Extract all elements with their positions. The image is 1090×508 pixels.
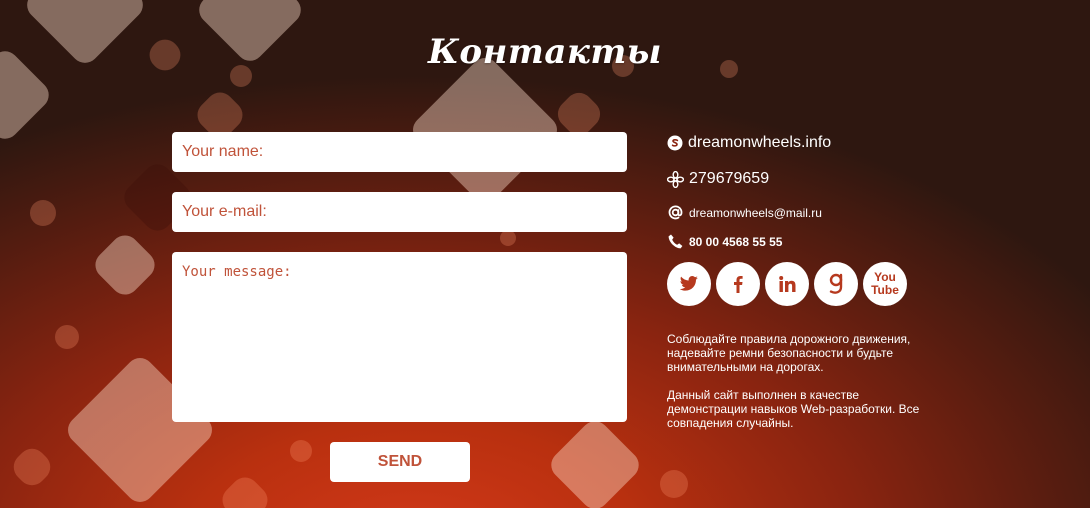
facebook-icon	[734, 276, 743, 293]
twitter-icon	[679, 276, 698, 291]
youtube-label-top: You	[874, 270, 896, 284]
icq-flower-icon	[667, 170, 684, 188]
twitter-link[interactable]	[667, 262, 711, 306]
social-links: You Tube	[667, 262, 912, 306]
page-title: Контакты	[428, 32, 662, 72]
linkedin-link[interactable]	[765, 262, 809, 306]
email-input[interactable]	[172, 192, 627, 232]
contact-icq: 279679659	[667, 170, 769, 188]
linkedin-icon	[778, 276, 795, 292]
name-input[interactable]	[172, 132, 627, 172]
youtube-link[interactable]: You Tube	[863, 262, 907, 306]
phone-text: 80 00 4568 55 55	[689, 234, 783, 249]
youtube-icon: You Tube	[871, 271, 899, 297]
message-textarea[interactable]	[172, 252, 627, 422]
google-link[interactable]	[814, 262, 858, 306]
email-text: dreamonwheels@mail.ru	[689, 205, 822, 220]
safety-note: Соблюдайте правила дорожного движения, н…	[667, 332, 911, 374]
skype-icon	[667, 135, 683, 151]
skype-text: dreamonwheels.info	[688, 134, 832, 151]
contact-skype: dreamonwheels.info	[667, 134, 831, 152]
at-sign-icon	[668, 205, 683, 220]
disclaimer-note: Данный сайт выполнен в качестве демонстр…	[667, 388, 920, 430]
facebook-link[interactable]	[716, 262, 760, 306]
contact-email: dreamonwheels@mail.ru	[667, 204, 822, 221]
contact-phone: 80 00 4568 55 55	[667, 233, 782, 250]
send-button[interactable]: SEND	[330, 442, 470, 482]
youtube-label-bottom: Tube	[871, 283, 899, 297]
google-g-icon	[829, 273, 843, 294]
phone-icon	[668, 234, 683, 249]
icq-text: 279679659	[689, 170, 770, 187]
